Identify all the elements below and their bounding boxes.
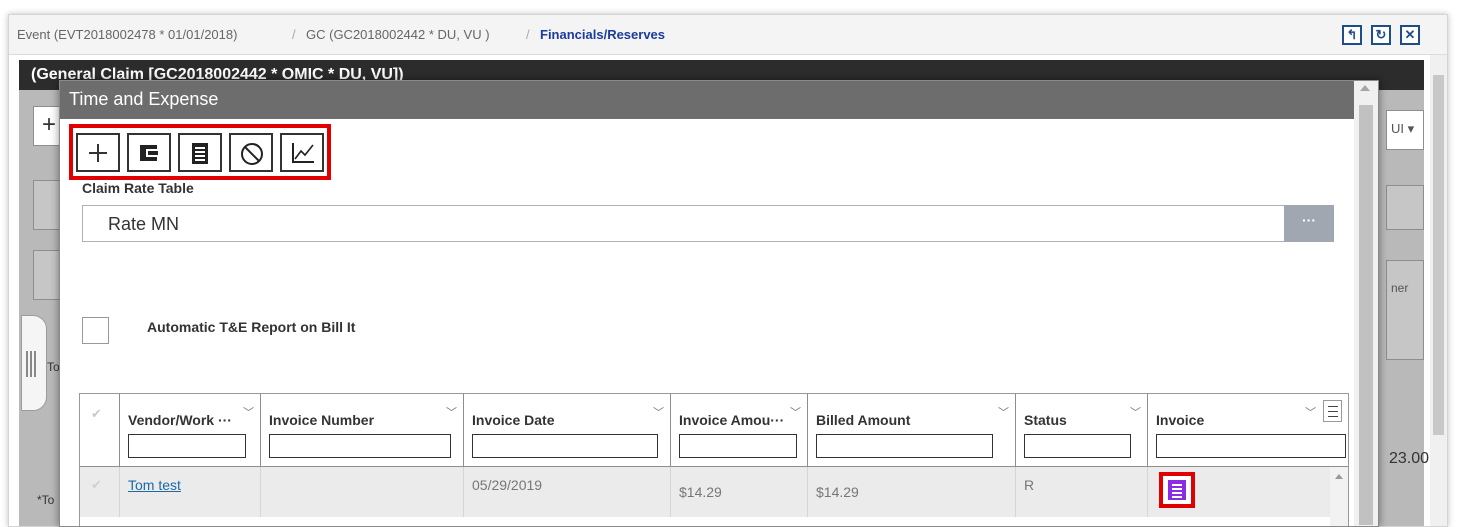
- chevron-down-icon[interactable]: ﹀: [790, 404, 801, 420]
- breadcrumb-claim[interactable]: GC (GC2018002442 * DU, VU ): [306, 27, 490, 42]
- grid-scrollbar[interactable]: [1330, 467, 1348, 526]
- invoice-amount-value: $14.29: [679, 484, 722, 500]
- column-title: Vendor/Work ···: [128, 412, 232, 428]
- chevron-down-icon[interactable]: ﹀: [446, 404, 457, 420]
- scroll-up-icon[interactable]: [1335, 474, 1343, 479]
- invoice-date-value: 05/29/2019: [472, 477, 543, 493]
- column-invoice[interactable]: Invoice ﹀: [1148, 394, 1350, 467]
- document-icon: [192, 143, 208, 164]
- column-title: Status: [1024, 412, 1067, 428]
- time-expense-grid: ✔ Vendor/Work ··· ﹀ Invoice Number ﹀ Inv…: [79, 393, 1349, 526]
- chevron-down-icon[interactable]: ﹀: [1130, 404, 1141, 420]
- column-title: Invoice Number: [269, 412, 375, 428]
- breadcrumb-current: Financials/Reserves: [540, 27, 666, 42]
- wallet-icon: [140, 145, 158, 161]
- dialog-title: Time and Expense: [69, 89, 219, 109]
- chevron-down-icon[interactable]: ﹀: [243, 404, 254, 420]
- background-dropdown-text: UI ▾: [1391, 121, 1415, 136]
- page-scrollbar[interactable]: [1430, 55, 1447, 526]
- add-icon: +: [42, 111, 57, 138]
- breadcrumb-separator: /: [526, 27, 530, 42]
- side-drawer-handle[interactable]: [21, 315, 47, 411]
- void-icon: [241, 143, 263, 165]
- column-billed-amount[interactable]: Billed Amount ﹀: [808, 394, 1016, 467]
- back-icon[interactable]: ↰: [1342, 25, 1362, 45]
- chart-icon: [292, 143, 314, 163]
- column-status[interactable]: Status ﹀: [1016, 394, 1148, 467]
- breadcrumb-separator: /: [292, 27, 296, 42]
- background-required-label: *To: [37, 493, 55, 507]
- invoice-document-icon[interactable]: [1159, 472, 1195, 508]
- dialog-title-bar: Time and Expense: [60, 81, 1356, 119]
- page-scrollbar-thumb[interactable]: [1433, 75, 1444, 435]
- background-menu-block: [1386, 185, 1424, 230]
- checkmark-icon[interactable]: ✔: [91, 477, 102, 493]
- breadcrumb: Event (EVT2018002478 * 01/01/2018) / GC …: [9, 15, 1447, 55]
- background-column-block: ner: [1386, 260, 1424, 360]
- wallet-button[interactable]: [127, 133, 171, 172]
- invoice-amount-cell: $14.29: [671, 467, 808, 517]
- vendor-cell: Tom test: [120, 467, 261, 517]
- column-title: Invoice Date: [472, 412, 555, 428]
- time-and-expense-dialog: Time and Expense Claim Rate Table Rate M…: [59, 80, 1379, 527]
- invoice-number-cell: [261, 467, 464, 517]
- row-select-cell[interactable]: ✔: [80, 467, 120, 517]
- auto-report-checkbox[interactable]: [82, 317, 109, 344]
- invoice-date-cell: 05/29/2019: [464, 467, 671, 517]
- vendor-filter-input[interactable]: [128, 434, 246, 458]
- dialog-scrollbar-thumb[interactable]: [1359, 105, 1373, 525]
- lookup-button[interactable]: ···: [1284, 205, 1334, 242]
- column-title: Invoice Amou···: [679, 412, 785, 428]
- add-icon: [89, 144, 107, 162]
- void-button[interactable]: [229, 133, 273, 172]
- column-title: Billed Amount: [816, 412, 911, 428]
- background-amount: 23.00: [1389, 450, 1430, 467]
- auto-report-label: Automatic T&E Report on Bill It: [147, 319, 356, 335]
- column-invoice-date[interactable]: Invoice Date ﹀: [464, 394, 671, 467]
- background-owner-text: ner: [1391, 281, 1409, 295]
- status-filter-input[interactable]: [1024, 434, 1131, 458]
- status-cell: R: [1016, 467, 1148, 517]
- status-value: R: [1024, 477, 1035, 493]
- billed-amount-filter-input[interactable]: [816, 434, 993, 458]
- top-strip: [0, 0, 1457, 10]
- dialog-scrollbar[interactable]: [1354, 81, 1378, 526]
- document-button[interactable]: [178, 133, 222, 172]
- table-row[interactable]: ✔ Tom test 05/29/2019 $14.29 $14.29 R: [80, 467, 1330, 517]
- claim-rate-table-field[interactable]: Rate MN ···: [82, 205, 1334, 242]
- invoice-amount-filter-input[interactable]: [679, 434, 797, 458]
- checkmark-icon[interactable]: ✔: [91, 406, 102, 422]
- billed-amount-cell: $14.29: [808, 467, 1016, 517]
- chevron-down-icon[interactable]: ﹀: [998, 404, 1009, 420]
- column-invoice-amount[interactable]: Invoice Amou··· ﹀: [671, 394, 808, 467]
- column-invoice-number[interactable]: Invoice Number ﹀: [261, 394, 464, 467]
- background-dropdown[interactable]: UI ▾: [1386, 110, 1424, 150]
- billed-amount-value: $14.29: [816, 484, 859, 500]
- vendor-link[interactable]: Tom test: [128, 477, 181, 493]
- invoice-number-filter-input[interactable]: [269, 434, 451, 458]
- scroll-up-icon[interactable]: [1360, 85, 1370, 91]
- column-vendor[interactable]: Vendor/Work ··· ﹀: [120, 394, 261, 467]
- refresh-icon[interactable]: ↻: [1371, 25, 1391, 45]
- add-button[interactable]: [76, 133, 120, 172]
- breadcrumb-event[interactable]: Event (EVT2018002478 * 01/01/2018): [17, 27, 237, 42]
- chevron-down-icon[interactable]: ﹀: [653, 404, 664, 420]
- invoice-date-filter-input[interactable]: [472, 434, 658, 458]
- close-icon[interactable]: ✕: [1400, 25, 1420, 45]
- grid-header: ✔ Vendor/Work ··· ﹀ Invoice Number ﹀ Inv…: [80, 394, 1348, 467]
- invoice-filter-input[interactable]: [1156, 434, 1346, 458]
- column-title: Invoice: [1156, 412, 1205, 428]
- chevron-down-icon[interactable]: ﹀: [1305, 404, 1316, 420]
- invoice-cell: [1148, 467, 1330, 517]
- claim-rate-table-label: Claim Rate Table: [82, 180, 194, 196]
- select-all-column[interactable]: ✔: [80, 394, 120, 467]
- claim-rate-table-value: Rate MN: [108, 214, 180, 234]
- chart-button[interactable]: [280, 133, 324, 172]
- dialog-toolbar: [69, 124, 331, 180]
- grid-menu-icon[interactable]: [1323, 400, 1342, 422]
